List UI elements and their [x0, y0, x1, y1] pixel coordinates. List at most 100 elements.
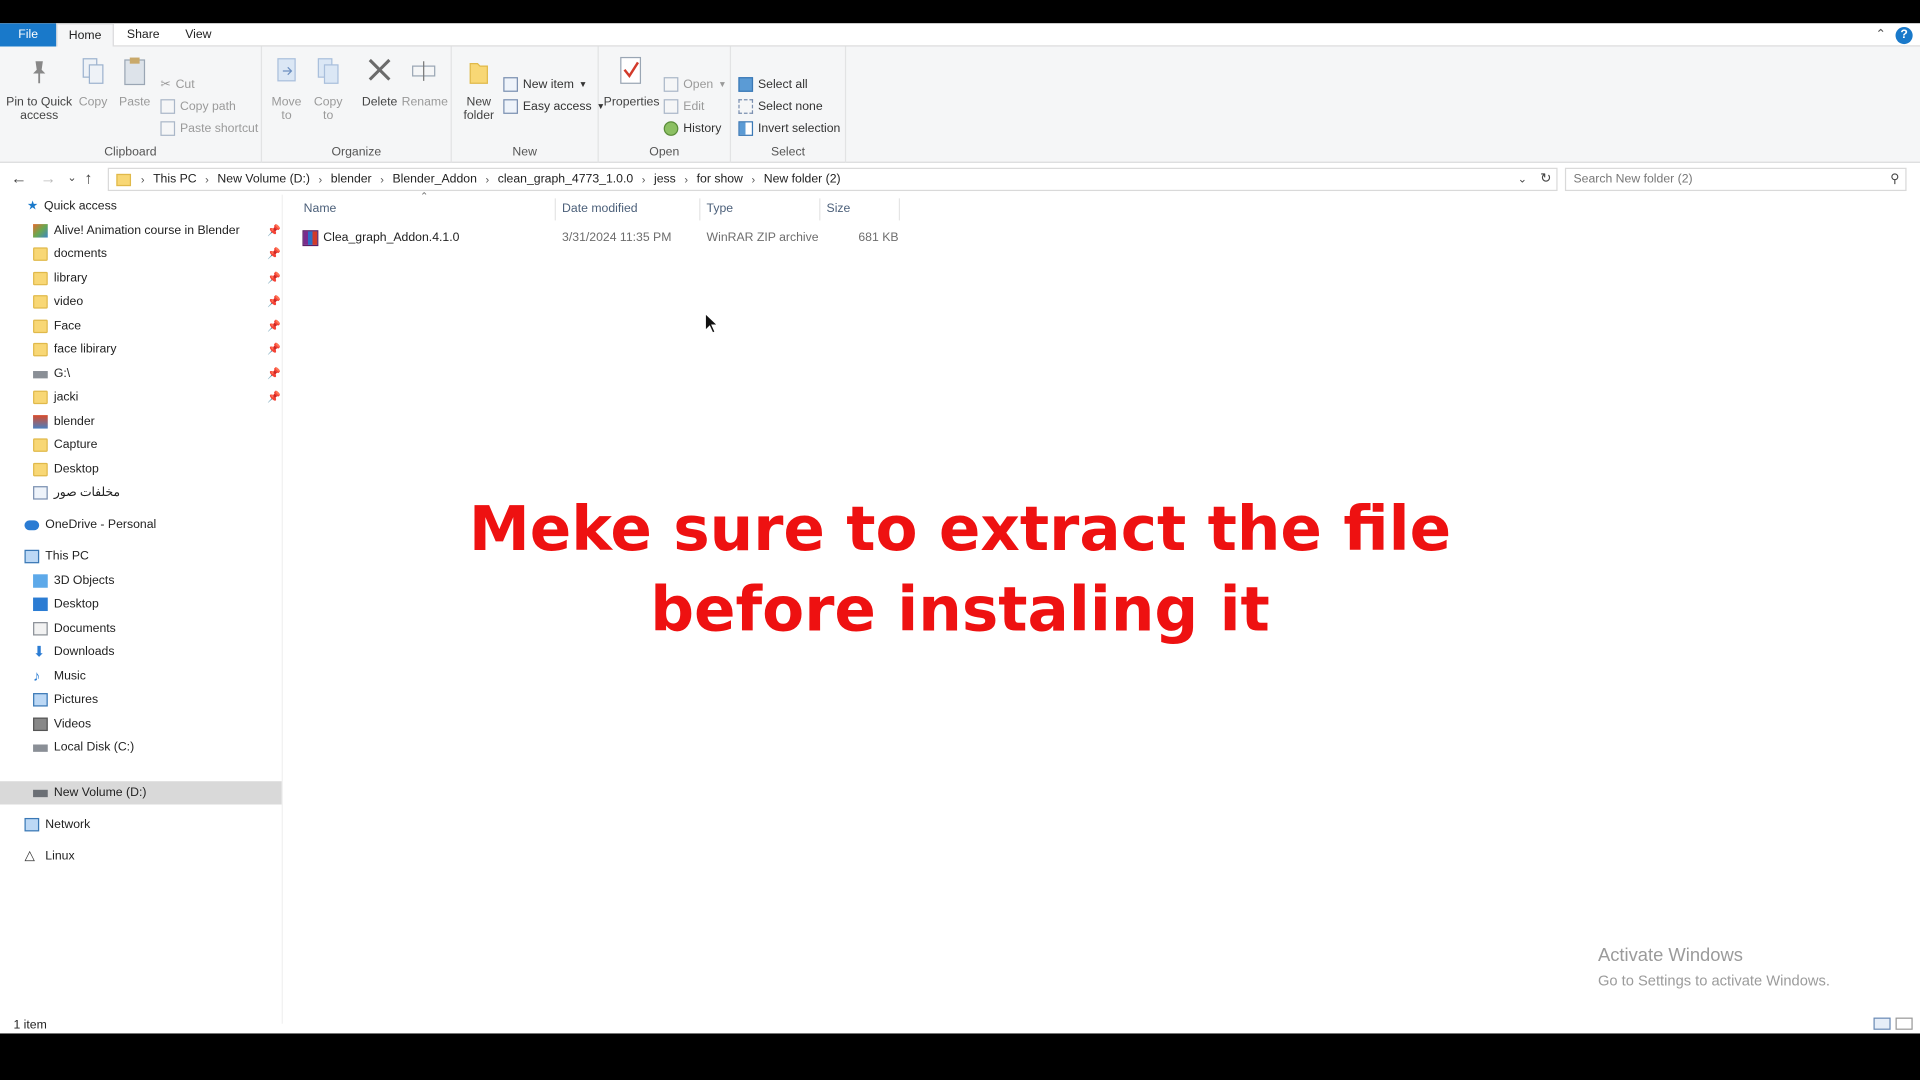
open-button[interactable]: Open ▼ [663, 75, 727, 95]
nav-item-downloads[interactable]: ⬇ Downloads [0, 640, 282, 663]
back-arrow-icon[interactable]: ← [11, 169, 27, 187]
nav-item-local-disk-c[interactable]: Local Disk (C:) [0, 736, 282, 759]
nav-item-docments[interactable]: docments 📌 [0, 242, 282, 265]
nav-item-jacki[interactable]: jacki 📌 [0, 386, 282, 409]
tab-home[interactable]: Home [56, 23, 114, 48]
nav-item-face[interactable]: Face 📌 [0, 315, 282, 338]
pin-icon[interactable]: 📌 [267, 391, 281, 404]
copy-label: Copy [78, 95, 108, 109]
breadcrumb-clean-graph[interactable]: clean_graph_4773_1.0.0 [498, 173, 633, 186]
new-group: New folder New item ▼ Easy access ▼ New [452, 46, 605, 163]
edit-button[interactable]: Edit [663, 97, 704, 117]
pin-icon[interactable]: 📌 [267, 367, 281, 380]
pin-icon[interactable]: 📌 [267, 272, 281, 285]
breadcrumb-new-folder-2[interactable]: New folder (2) [764, 173, 841, 186]
nav-item-video[interactable]: video 📌 [0, 290, 282, 313]
address-dropdown-icon[interactable]: ⌄ [1518, 173, 1527, 186]
nav-item-face-libirary[interactable]: face libirary 📌 [0, 338, 282, 361]
large-icons-view-icon[interactable] [1895, 1017, 1913, 1030]
pin-icon[interactable]: 📌 [267, 247, 281, 260]
nav-item-3d-objects[interactable]: 3D Objects [0, 569, 282, 592]
collapse-ribbon-icon[interactable]: ⌃ [1875, 28, 1885, 41]
chevron-right-icon[interactable]: › [319, 173, 323, 185]
pin-icon[interactable]: 📌 [267, 320, 281, 333]
refresh-icon[interactable]: ↻ [1540, 170, 1551, 186]
nav-linux[interactable]: △ Linux [0, 845, 282, 868]
paste-shortcut-button[interactable]: Paste shortcut [160, 119, 258, 139]
copy-to-button[interactable]: Copy to [309, 54, 348, 123]
folder-icon [33, 247, 48, 261]
cut-button[interactable]: ✂ Cut [160, 75, 194, 95]
chevron-right-icon[interactable]: › [751, 173, 755, 185]
up-arrow-icon[interactable]: ↑ [84, 169, 92, 187]
nav-item-images-folder[interactable]: مخلفات صور [0, 481, 282, 504]
chevron-right-icon[interactable]: › [485, 173, 489, 185]
file-row[interactable]: Clea_graph_Addon.4.1.0 3/31/2024 11:35 P… [298, 227, 900, 250]
nav-item-videos[interactable]: Videos [0, 713, 282, 736]
chevron-right-icon[interactable]: › [684, 173, 688, 185]
select-none-button[interactable]: Select none [738, 97, 823, 117]
easy-access-label: Easy access [522, 99, 592, 114]
breadcrumb-blender-addon[interactable]: Blender_Addon [392, 173, 476, 186]
breadcrumb-for-show[interactable]: for show [697, 173, 743, 186]
pin-icon[interactable]: 📌 [267, 343, 281, 356]
breadcrumb-new-volume[interactable]: New Volume (D:) [217, 173, 310, 186]
help-icon[interactable]: ? [1895, 26, 1913, 44]
nav-item-new-volume-d[interactable]: New Volume (D:) [0, 781, 282, 805]
paste-label: Paste [119, 95, 151, 109]
column-header-type[interactable]: Type [700, 198, 821, 221]
nav-item-alive[interactable]: Alive! Animation course in Blender 📌 [0, 219, 282, 242]
select-all-button[interactable]: Select all [738, 75, 808, 95]
nav-quick-access[interactable]: ★ Quick access [0, 195, 282, 218]
new-folder-button[interactable]: New folder [457, 54, 501, 123]
search-icon[interactable]: ⚲ [1890, 169, 1899, 190]
breadcrumb-jess[interactable]: jess [654, 173, 676, 186]
new-item-button[interactable]: New item ▼ [503, 75, 587, 95]
nav-item-g-drive[interactable]: G:\ 📌 [0, 362, 282, 385]
history-button[interactable]: History [663, 119, 721, 139]
chevron-right-icon[interactable]: › [205, 173, 209, 185]
move-to-button[interactable]: Move to [267, 54, 306, 123]
column-header-date[interactable]: Date modified [556, 198, 701, 221]
address-bar[interactable]: › This PC › New Volume (D:) › blender › … [107, 167, 1558, 192]
chevron-right-icon[interactable]: › [380, 173, 384, 185]
pin-icon[interactable]: 📌 [267, 295, 281, 308]
search-input[interactable]: Search New folder (2) ⚲ [1564, 167, 1907, 192]
nav-onedrive[interactable]: OneDrive - Personal [0, 513, 282, 536]
chevron-right-icon[interactable]: › [141, 173, 145, 185]
properties-label: Properties [603, 95, 660, 109]
easy-access-button[interactable]: Easy access ▼ [503, 97, 605, 117]
nav-item-library[interactable]: library 📌 [0, 267, 282, 290]
chevron-right-icon[interactable]: › [642, 173, 646, 185]
paste-button[interactable]: Paste [115, 54, 154, 109]
nav-item-documents[interactable]: Documents [0, 617, 282, 640]
nav-this-pc[interactable]: This PC [0, 545, 282, 568]
breadcrumb-this-pc[interactable]: This PC [153, 173, 197, 186]
copy-path-button[interactable]: Copy path [160, 97, 236, 117]
properties-button[interactable]: Properties [603, 54, 660, 109]
column-header-size[interactable]: Size [820, 198, 901, 221]
breadcrumb-blender[interactable]: blender [331, 173, 372, 186]
search-placeholder: Search New folder (2) [1573, 172, 1693, 187]
delete-button[interactable]: Delete [359, 54, 401, 109]
details-view-icon[interactable] [1873, 1017, 1891, 1030]
pin-quick-access-button[interactable]: Pin to Quick access [5, 54, 74, 123]
nav-item-pictures[interactable]: Pictures [0, 688, 282, 711]
column-header-name[interactable]: Name [298, 198, 556, 221]
invert-selection-button[interactable]: Invert selection [738, 119, 840, 139]
pin-icon[interactable]: 📌 [267, 224, 281, 237]
nav-network[interactable]: Network [0, 813, 282, 836]
nav-item-blender[interactable]: blender [0, 410, 282, 433]
rename-button[interactable]: Rename [402, 54, 448, 109]
copy-button[interactable]: Copy [73, 54, 112, 109]
nav-item-capture[interactable]: Capture [0, 433, 282, 456]
recent-locations-chevron-icon[interactable]: ⌄ [67, 171, 76, 184]
tab-share[interactable]: Share [118, 23, 169, 46]
select-all-icon [738, 77, 754, 92]
nav-item-desktop-quick[interactable]: Desktop [0, 458, 282, 481]
nav-item-music[interactable]: ♪ Music [0, 665, 282, 688]
tab-file[interactable]: File [0, 23, 57, 47]
forward-arrow-icon[interactable]: → [40, 169, 56, 187]
tab-view[interactable]: View [174, 23, 223, 46]
nav-item-desktop[interactable]: Desktop [0, 593, 282, 616]
